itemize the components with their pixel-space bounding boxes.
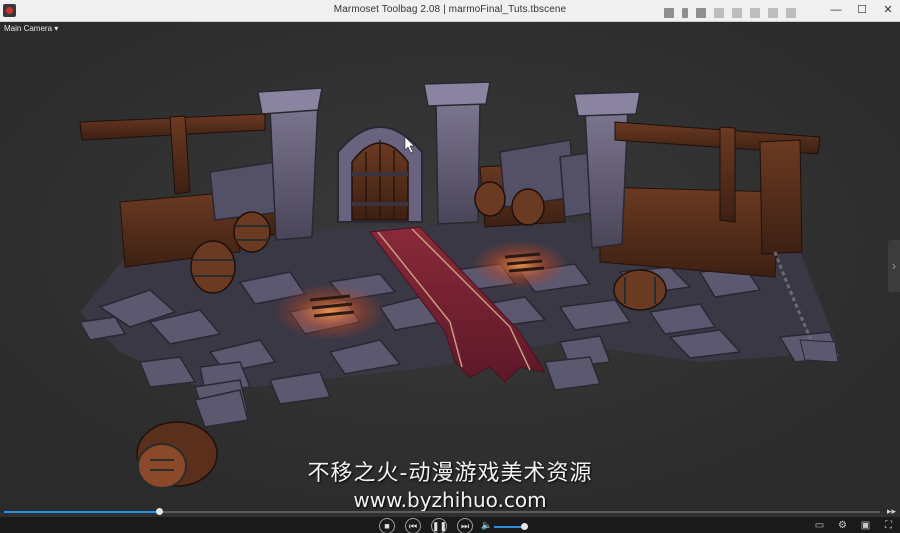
player-controls: ■ ⏮ ❚❚ ⏭ 🔈 ▭ ⚙ ▣ ⛶ bbox=[0, 517, 900, 533]
previous-button[interactable]: ⏮ bbox=[405, 518, 421, 533]
minimize-button[interactable]: — bbox=[830, 3, 842, 18]
player-right-controls: ▭ ⚙ ▣ ⛶ bbox=[814, 520, 894, 531]
seek-end-icon[interactable]: ▸▸ bbox=[887, 506, 896, 517]
seek-handle[interactable] bbox=[156, 508, 163, 515]
copy-icon[interactable] bbox=[768, 8, 778, 18]
fullscreen-icon[interactable]: ⛶ bbox=[883, 520, 894, 531]
volume-icon[interactable]: 🔈 bbox=[479, 518, 495, 533]
camera-selector[interactable]: Main Camera ▾ bbox=[4, 24, 58, 33]
screen-mode-icon[interactable]: ▭ bbox=[814, 520, 825, 531]
settings-icon[interactable]: ⚙ bbox=[837, 520, 848, 531]
picture-in-picture-icon[interactable]: ▣ bbox=[860, 520, 871, 531]
side-panel-toggle[interactable]: › bbox=[888, 240, 900, 292]
close-button[interactable]: ✕ bbox=[882, 3, 894, 18]
skip-forward-icon[interactable] bbox=[696, 8, 706, 18]
watermark-title: 不移之火-动漫游戏美术资源 bbox=[307, 461, 593, 486]
3d-viewport[interactable] bbox=[0, 22, 900, 512]
stop-button[interactable]: ■ bbox=[379, 518, 395, 533]
skip-back-icon[interactable] bbox=[664, 8, 674, 18]
pause-icon[interactable] bbox=[682, 8, 688, 18]
seek-bar[interactable]: ▸▸ bbox=[0, 505, 900, 517]
pause-button[interactable]: ❚❚ bbox=[431, 518, 447, 533]
pin-icon[interactable] bbox=[750, 8, 760, 18]
app-window: Marmoset Toolbag 2.08 | marmoFinal_Tuts.… bbox=[0, 0, 900, 533]
seek-progress-fill bbox=[4, 511, 159, 513]
lock-icon[interactable] bbox=[786, 8, 796, 18]
title-bar: Marmoset Toolbag 2.08 | marmoFinal_Tuts.… bbox=[0, 0, 900, 22]
dungeon-scene-render bbox=[0, 22, 900, 512]
volume-fill bbox=[494, 526, 524, 528]
audio-icon[interactable] bbox=[714, 8, 724, 18]
next-button[interactable]: ⏭ bbox=[457, 518, 473, 533]
window-controls: — ☐ ✕ bbox=[830, 3, 894, 18]
maximize-button[interactable]: ☐ bbox=[856, 3, 868, 18]
heart-icon[interactable] bbox=[732, 8, 742, 18]
volume-handle[interactable] bbox=[521, 523, 528, 530]
mini-player-bar bbox=[664, 6, 814, 20]
